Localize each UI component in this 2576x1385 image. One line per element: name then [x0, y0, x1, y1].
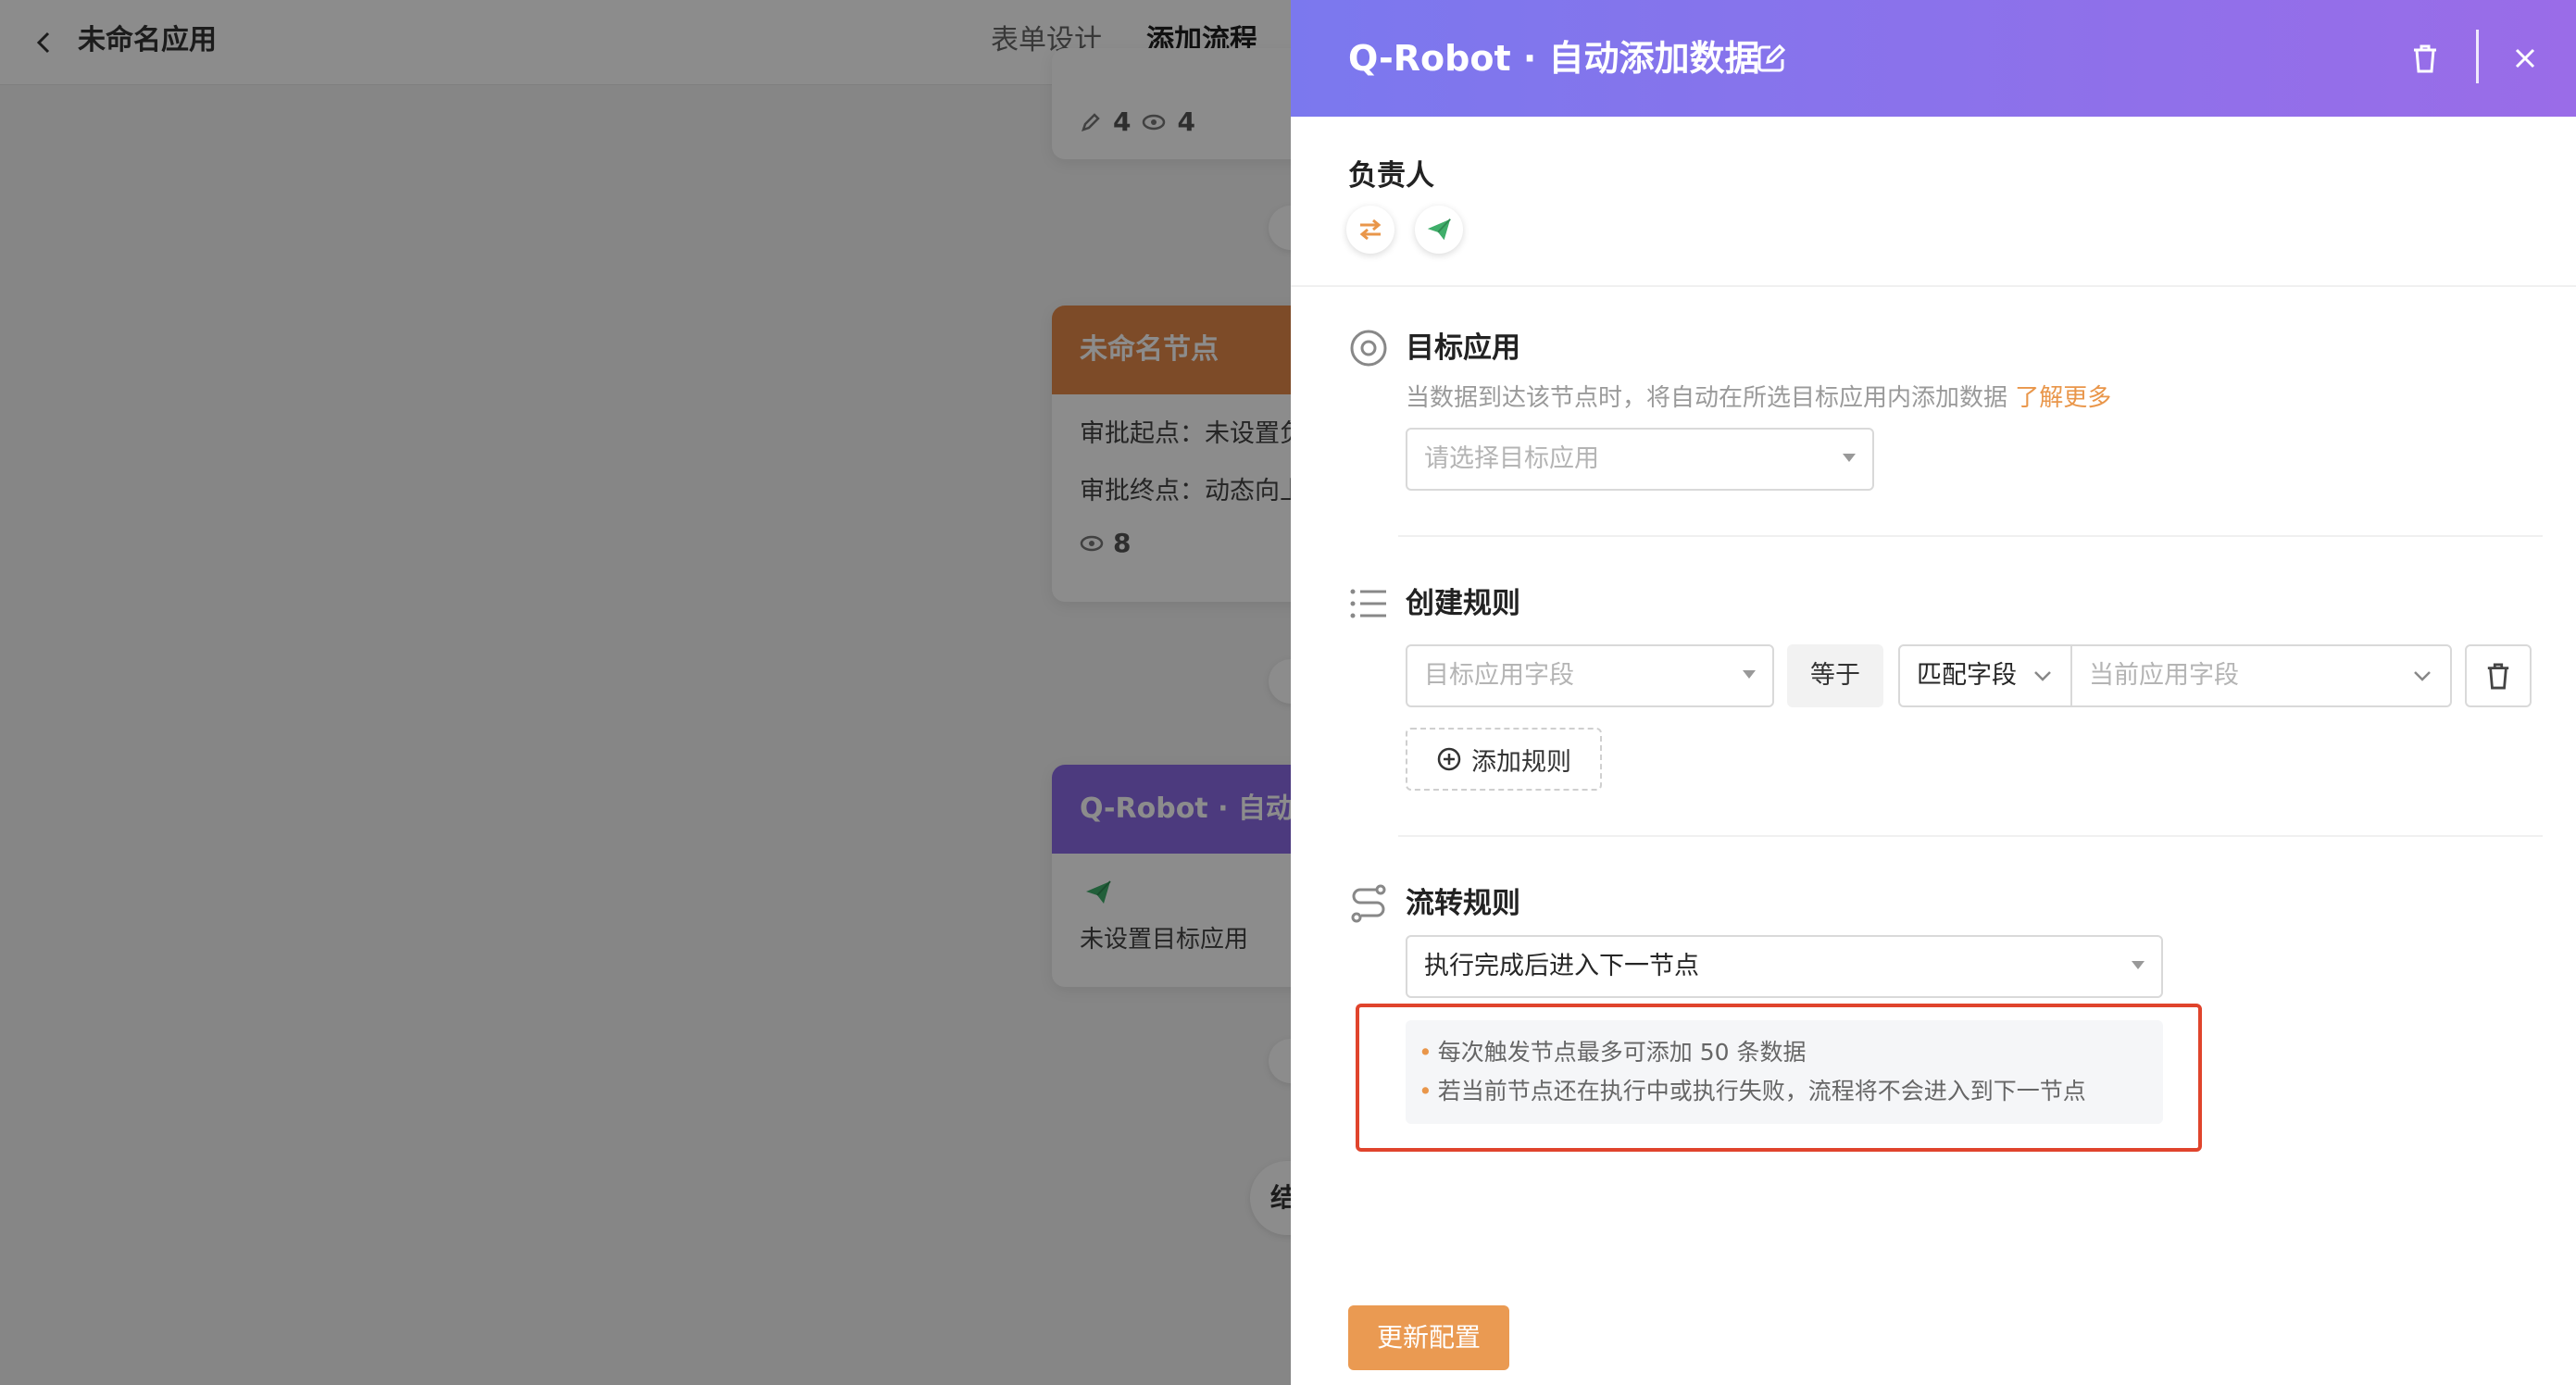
header-separator — [2476, 30, 2479, 83]
add-rule-label: 添加规则 — [1471, 747, 1571, 777]
trash-icon — [2487, 663, 2509, 690]
owner-actions — [1346, 206, 1463, 254]
section-divider — [1398, 535, 2543, 537]
plus-circle-icon — [1437, 747, 1461, 771]
drawer-header: Q-Robot · 自动添加数据 — [1291, 0, 2576, 117]
learn-more-link[interactable]: 了解更多 — [2015, 384, 2111, 412]
target-field-select[interactable]: 目标应用字段 — [1406, 644, 1774, 707]
section-divider — [1398, 835, 2543, 837]
section-divider — [1291, 285, 2576, 287]
chevron-down-icon — [2034, 671, 2051, 681]
description-text: 当数据到达该节点时，将自动在所选目标应用内添加数据 — [1406, 384, 2008, 412]
select-value: 执行完成后进入下一节点 — [1424, 952, 1699, 980]
target-app-title: 目标应用 — [1406, 331, 1520, 365]
send-owner-button[interactable] — [1415, 206, 1463, 254]
add-rule-button[interactable]: 添加规则 — [1406, 728, 1602, 791]
select-placeholder: 请选择目标应用 — [1424, 444, 1599, 473]
select-placeholder: 当前应用字段 — [2089, 661, 2239, 690]
trash-icon — [2414, 44, 2436, 73]
caret-down-icon — [1743, 670, 1756, 679]
delete-rule-button[interactable] — [2465, 644, 2532, 707]
select-value: 匹配字段 — [1917, 661, 2017, 690]
owner-label: 负责人 — [1348, 159, 1434, 193]
create-rule-title: 创建规则 — [1406, 587, 1520, 620]
caret-down-icon — [2132, 961, 2145, 969]
switch-owner-button[interactable] — [1346, 206, 1394, 254]
operator-label: 等于 — [1787, 644, 1883, 707]
flow-route-icon — [1348, 883, 1389, 924]
paper-plane-icon — [1427, 218, 1451, 241]
target-app-description: 当数据到达该节点时，将自动在所选目标应用内添加数据 了解更多 — [1406, 380, 2111, 417]
delete-node-button[interactable] — [2402, 35, 2448, 81]
close-drawer-button[interactable] — [2502, 35, 2548, 81]
node-config-drawer: Q-Robot · 自动添加数据 负责人 目标应用 当数据到达该节点时，将自动在… — [1291, 0, 2576, 1385]
swap-arrows-icon — [1359, 218, 1382, 241]
target-icon — [1348, 328, 1389, 368]
update-config-button[interactable]: 更新配置 — [1348, 1305, 1509, 1370]
list-icon — [1348, 583, 1389, 624]
flow-rule-title: 流转规则 — [1406, 887, 1520, 920]
match-type-select[interactable]: 匹配字段 — [1898, 644, 2072, 707]
edit-icon — [1757, 44, 1786, 72]
edit-title-button[interactable] — [1752, 39, 1791, 78]
drawer-title: Q-Robot · 自动添加数据 — [1348, 38, 1760, 79]
chevron-down-icon — [2414, 671, 2431, 681]
caret-down-icon — [1843, 454, 1856, 462]
target-app-select[interactable]: 请选择目标应用 — [1406, 428, 1874, 491]
select-placeholder: 目标应用字段 — [1424, 661, 1574, 690]
close-icon — [2515, 48, 2535, 69]
flow-rule-select[interactable]: 执行完成后进入下一节点 — [1406, 935, 2163, 998]
current-field-select[interactable]: 当前应用字段 — [2070, 644, 2452, 707]
highlight-annotation — [1356, 1004, 2202, 1152]
